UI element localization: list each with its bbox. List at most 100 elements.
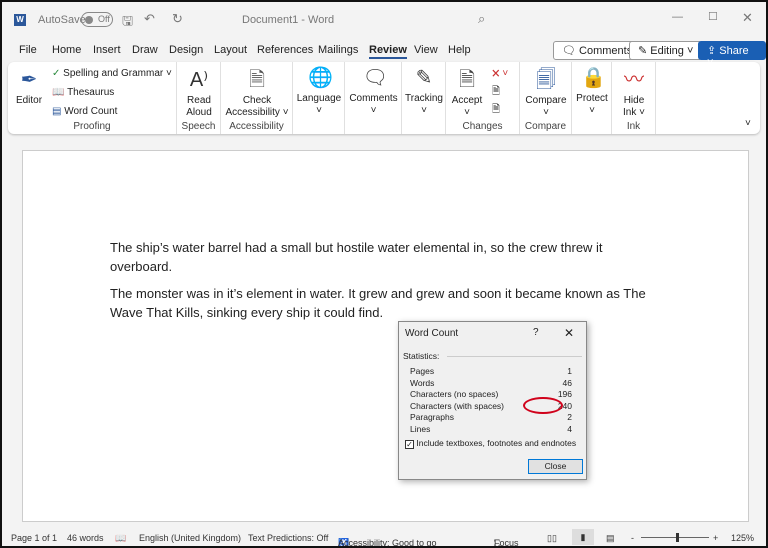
accept-icon: 🗎: [458, 69, 476, 91]
share-label: Share: [719, 45, 749, 57]
tab-review[interactable]: Review: [369, 44, 407, 59]
compare-button[interactable]: 🗐 Compare ˅: [522, 64, 570, 119]
editing-label: Editing: [650, 45, 684, 57]
spelling-button[interactable]: ✓ Spelling and Grammar ˅: [52, 68, 172, 79]
stat-value: 4: [567, 424, 572, 434]
zoom-slider-thumb[interactable]: [676, 533, 679, 542]
document-page[interactable]: The ship’s water barrel had a small but …: [22, 150, 749, 522]
tab-insert[interactable]: Insert: [93, 44, 121, 56]
accept-button[interactable]: 🗎 Accept ˅: [448, 64, 486, 119]
group-changes: 🗎 Accept ˅ 🗙 ˅ 🗎 🗎 Changes: [446, 62, 520, 134]
minimize-icon[interactable]: —: [672, 11, 683, 23]
tab-home[interactable]: Home: [52, 44, 81, 56]
thesaurus-button[interactable]: 📖 Thesaurus: [52, 87, 114, 98]
word-window: W AutoSave Off 🖫 ↶ ↻ Document1 - Word ⌕ …: [2, 2, 766, 546]
tab-mailings[interactable]: Mailings: [318, 44, 358, 56]
statistics-label: Statistics:: [403, 351, 440, 361]
zoom-in-button[interactable]: +: [713, 533, 718, 543]
checkbox-label: Include textboxes, footnotes and endnote…: [416, 438, 577, 448]
dialog-title: Word Count: [405, 328, 459, 339]
previous-change-icon[interactable]: 🗎: [492, 84, 500, 101]
check-accessibility-button[interactable]: 🗎 Check Accessibility ˅: [223, 64, 291, 119]
editor-button[interactable]: ✒ Editor: [14, 64, 44, 107]
toggle-state: Off: [98, 14, 110, 24]
accept-label: Accept: [451, 95, 483, 106]
group-protect: 🔒 Protect ˅: [572, 62, 612, 134]
zoom-level[interactable]: 125%: [731, 533, 754, 543]
include-textboxes-checkbox[interactable]: ✓ Include textboxes, footnotes and endno…: [405, 438, 576, 449]
tracking-label: Tracking: [405, 93, 443, 104]
group-compare: 🗐 Compare ˅ Compare: [520, 62, 572, 134]
tab-layout[interactable]: Layout: [214, 44, 247, 56]
read-label: Read: [187, 95, 211, 106]
word-count-label: Word Count: [64, 106, 118, 117]
read-aloud-button[interactable]: A⁾ Read Aloud: [181, 64, 217, 119]
zoom-slider[interactable]: [641, 537, 709, 538]
paragraph-2[interactable]: The monster was in it’s element in water…: [110, 284, 660, 322]
comments-ribbon-button[interactable]: 🗨 Comments ˅: [347, 62, 400, 117]
hide-ink-button[interactable]: 〰 Hide Ink ˅: [614, 64, 654, 119]
comments-ribbon-label: Comments: [349, 93, 398, 104]
next-change-icon[interactable]: 🗎: [492, 102, 500, 119]
maximize-icon[interactable]: ☐: [708, 10, 718, 23]
proofing-icon[interactable]: 📖: [115, 533, 126, 544]
tab-references[interactable]: References: [257, 44, 313, 56]
save-icon[interactable]: 🖫: [122, 12, 133, 34]
tab-design[interactable]: Design: [169, 44, 203, 56]
editing-button[interactable]: ✎ Editing ˅: [629, 41, 703, 60]
protect-label: Protect: [576, 93, 608, 104]
page-indicator[interactable]: Page 1 of 1: [11, 533, 57, 543]
stat-value: 1: [567, 366, 572, 376]
stat-value: 2: [567, 412, 572, 422]
word-count-button[interactable]: ▤ Word Count: [52, 106, 117, 117]
divider: [447, 356, 582, 357]
language-indicator[interactable]: English (United Kingdom): [139, 533, 241, 543]
stat-label: Lines: [410, 424, 431, 434]
help-button[interactable]: ?: [533, 327, 539, 338]
redo-icon[interactable]: ↻: [172, 11, 183, 27]
speech-label: Speech: [181, 121, 216, 132]
tracking-button[interactable]: ✎ Tracking ˅: [404, 62, 444, 117]
language-button[interactable]: 🌐 Language ˅: [295, 62, 343, 117]
tracking-icon: ✎: [415, 67, 433, 89]
tab-help[interactable]: Help: [448, 44, 471, 56]
tab-draw[interactable]: Draw: [132, 44, 158, 56]
lock-icon: 🔒: [581, 67, 606, 89]
print-layout-icon[interactable]: ▮: [572, 529, 594, 545]
comments-button[interactable]: 🗨 Comments: [553, 41, 642, 60]
tab-view[interactable]: View: [414, 44, 438, 56]
thesaurus-icon: 📖: [52, 87, 65, 98]
read-mode-icon[interactable]: ▯▯: [547, 533, 557, 544]
proofing-label: Proofing: [73, 121, 111, 132]
autosave-toggle[interactable]: Off: [81, 12, 113, 27]
compare-icon: 🗐: [536, 69, 556, 91]
web-layout-icon[interactable]: ▤: [606, 533, 615, 544]
reject-icon[interactable]: 🗙 ˅: [492, 66, 508, 83]
editor-icon: ✒: [20, 69, 38, 91]
protect-button[interactable]: 🔒 Protect ˅: [574, 62, 610, 117]
close-window-icon[interactable]: ✕: [742, 10, 753, 26]
language-label: Language: [296, 93, 342, 104]
word-count-icon: ▤: [52, 106, 62, 117]
highlight-circle: [523, 397, 563, 414]
share-button[interactable]: ⇪ Share ˅: [698, 41, 766, 69]
dialog-close-icon[interactable]: ✕: [564, 326, 574, 340]
stat-value: 196: [557, 389, 572, 399]
status-bar: Page 1 of 1 46 words 📖 English (United K…: [2, 528, 766, 546]
undo-icon[interactable]: ↶: [144, 11, 155, 27]
compare-btn-label: Compare: [525, 95, 567, 106]
tab-file[interactable]: File: [19, 44, 37, 56]
read-aloud-icon: A⁾: [189, 69, 209, 91]
autosave-label: AutoSave: [38, 14, 86, 26]
stat-row: Paragraphs 2: [410, 412, 572, 424]
close-button[interactable]: Close: [528, 459, 583, 474]
group-language: 🌐 Language ˅: [293, 62, 345, 134]
text-predictions[interactable]: Text Predictions: Off: [248, 533, 328, 543]
zoom-out-button[interactable]: -: [631, 533, 634, 543]
ink-group-label: Ink: [626, 121, 641, 132]
word-count-indicator[interactable]: 46 words: [67, 533, 104, 543]
collapse-ribbon-icon[interactable]: ˅: [745, 118, 751, 129]
paragraph-1[interactable]: The ship’s water barrel had a small but …: [110, 238, 660, 276]
search-icon[interactable]: ⌕: [478, 11, 485, 27]
stat-label: Paragraphs: [410, 412, 454, 422]
